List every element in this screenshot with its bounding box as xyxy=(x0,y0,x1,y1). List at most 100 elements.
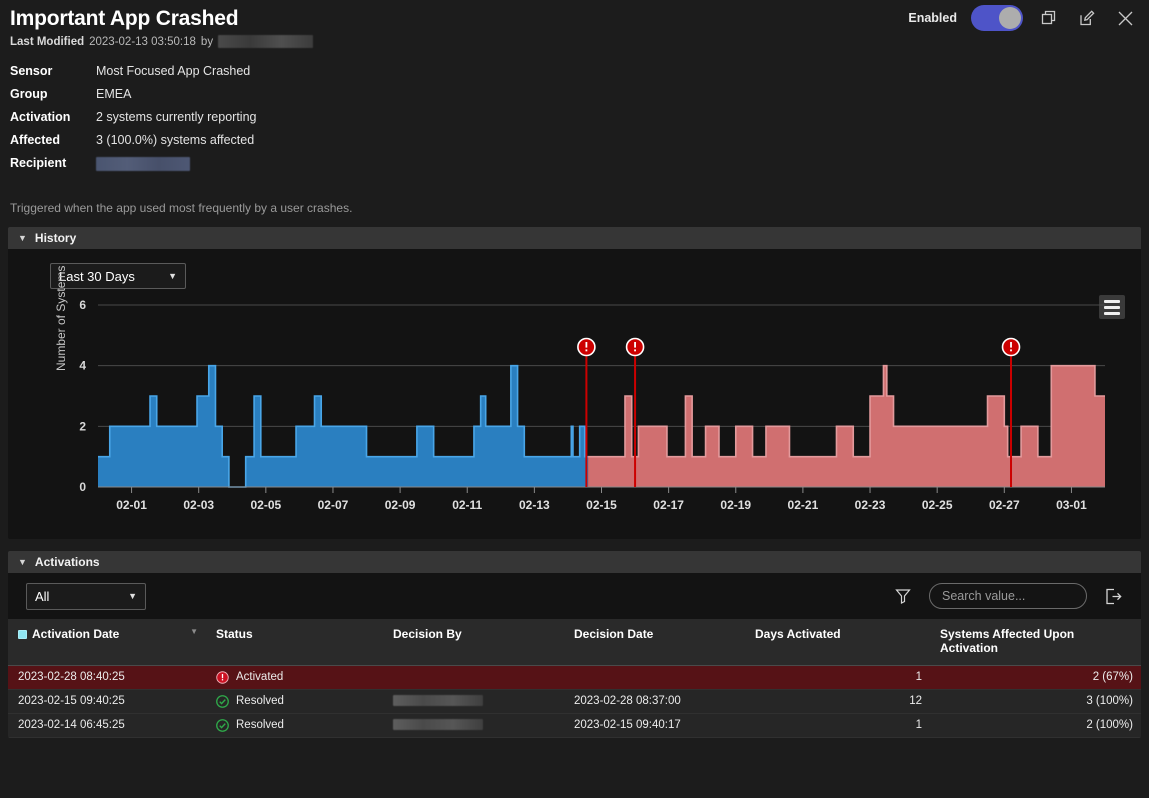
svg-text:02-15: 02-15 xyxy=(586,498,617,512)
cell-activation-date: 2023-02-15 09:40:25 xyxy=(8,689,206,714)
cell-days-activated: 1 xyxy=(745,713,930,738)
sensor-description: Triggered when the app used most frequen… xyxy=(10,201,353,215)
svg-text:02-19: 02-19 xyxy=(720,498,751,512)
enabled-toggle[interactable] xyxy=(971,5,1023,31)
alert-circle-icon xyxy=(216,670,229,684)
search-input[interactable] xyxy=(929,583,1087,609)
field-affected: Affected 3 (100.0%) systems affected xyxy=(10,133,1149,156)
sort-desc-icon: ▼ xyxy=(190,627,198,636)
activations-panel-header[interactable]: ▼ Activations xyxy=(8,551,1141,573)
svg-text:02-25: 02-25 xyxy=(922,498,953,512)
cell-decision-date: 2023-02-15 09:40:17 xyxy=(564,713,745,738)
field-group: Group EMEA xyxy=(10,87,1149,110)
field-recipient: Recipient xyxy=(10,156,1149,179)
status-label: Resolved xyxy=(236,719,284,731)
svg-text:02-05: 02-05 xyxy=(250,498,281,512)
activations-panel: ▼ Activations All ▼ Search value... Acti… xyxy=(8,551,1141,738)
column-header-activation-date[interactable]: Activation Date ▼ xyxy=(8,619,206,666)
status-label: Activated xyxy=(236,671,284,683)
svg-text:0: 0 xyxy=(79,480,86,494)
chart-svg: 0 2 4 6 02-01 02-03 02-05 02-07 02-09 02-11 02-13 0… xyxy=(79,298,1105,512)
table-row[interactable]: 2023-02-15 09:40:25 Resolved 2023-02-28 … xyxy=(8,689,1141,714)
edit-icon[interactable] xyxy=(1075,6,1099,30)
table-header-row: Activation Date ▼ Status Decision By Dec… xyxy=(8,619,1141,666)
by-label: by xyxy=(200,35,214,48)
activations-panel-title: Activations xyxy=(34,555,100,569)
cell-activation-date: 2023-02-14 06:45:25 xyxy=(8,713,206,738)
field-label: Recipient xyxy=(10,156,67,170)
svg-text:2: 2 xyxy=(79,419,86,433)
field-label: Group xyxy=(10,87,48,101)
table-row[interactable]: 2023-02-28 08:40:25 Activated 1 2 (67%) xyxy=(8,665,1141,690)
copy-icon[interactable] xyxy=(1037,6,1061,30)
svg-text:02-01: 02-01 xyxy=(116,498,147,512)
activations-filter-select[interactable]: All ▼ xyxy=(26,582,146,610)
field-sensor: Sensor Most Focused App Crashed xyxy=(10,64,1149,87)
history-chart-area: Last 30 Days ▼ Number of Systems 0 2 4 6 02-… xyxy=(8,249,1141,539)
time-range-select[interactable]: Last 30 Days ▼ xyxy=(50,263,186,289)
activations-panel-body: All ▼ Search value... Activation Date ▼ … xyxy=(8,573,1141,738)
history-panel-body: Last 30 Days ▼ Number of Systems 0 2 4 6 02-… xyxy=(8,249,1141,539)
export-icon[interactable] xyxy=(1101,584,1125,608)
cell-systems-affected: 3 (100%) xyxy=(930,689,1141,714)
enabled-label: Enabled xyxy=(908,11,957,25)
svg-text:02-11: 02-11 xyxy=(452,498,482,512)
redacted-recipient xyxy=(96,156,190,171)
cell-decision-by xyxy=(383,713,564,738)
field-label: Sensor xyxy=(10,64,53,78)
column-label: Activation Date xyxy=(32,627,120,641)
cell-systems-affected: 2 (100%) xyxy=(930,713,1141,738)
redacted-value xyxy=(393,719,483,731)
column-pin-icon xyxy=(18,630,27,640)
svg-text:02-23: 02-23 xyxy=(855,498,886,512)
activations-toolbar-right xyxy=(891,583,1125,609)
redacted-user xyxy=(218,35,314,48)
check-circle-icon xyxy=(216,718,229,732)
status-label: Resolved xyxy=(236,695,284,707)
field-label: Affected xyxy=(10,133,61,147)
close-icon[interactable] xyxy=(1113,6,1137,30)
column-header-systems-affected[interactable]: Systems Affected Upon Activation xyxy=(930,619,1141,666)
activations-filter-value: All xyxy=(35,588,50,604)
field-value: 2 systems currently reporting xyxy=(96,110,257,124)
cell-decision-by xyxy=(383,689,564,714)
detail-fields: Sensor Most Focused App Crashed Group EM… xyxy=(10,64,1149,179)
chart-plot: 0 2 4 6 02-01 02-03 02-05 02-07 02-09 02-11 02-13 0… xyxy=(8,297,1141,527)
svg-text:02-27: 02-27 xyxy=(989,498,1020,512)
column-header-status[interactable]: Status xyxy=(206,619,383,666)
cell-status: Activated xyxy=(206,665,383,690)
svg-text:02-13: 02-13 xyxy=(519,498,550,512)
page-header: Important App Crashed Last Modified 2023… xyxy=(0,0,1149,48)
cell-activation-date: 2023-02-28 08:40:25 xyxy=(8,665,206,690)
column-header-decision-date[interactable]: Decision Date xyxy=(564,619,745,666)
history-panel: ▼ History Last 30 Days ▼ Number of Syste… xyxy=(8,227,1141,539)
field-value: Most Focused App Crashed xyxy=(96,64,251,78)
chevron-down-icon: ▼ xyxy=(18,556,27,567)
activations-toolbar: All ▼ xyxy=(8,573,1141,619)
time-range-value: Last 30 Days xyxy=(59,268,135,284)
history-panel-header[interactable]: ▼ History xyxy=(8,227,1141,249)
last-modified-label: Last Modified xyxy=(10,35,85,48)
last-modified-value: 2023-02-13 03:50:18 xyxy=(89,35,196,48)
check-circle-icon xyxy=(216,694,229,708)
svg-text:02-17: 02-17 xyxy=(653,498,684,512)
field-value: EMEA xyxy=(96,87,132,101)
redacted-value xyxy=(393,695,483,707)
column-header-days-activated[interactable]: Days Activated xyxy=(745,619,930,666)
field-value: 3 (100.0%) systems affected xyxy=(96,133,255,147)
field-activation: Activation 2 systems currently reporting xyxy=(10,110,1149,133)
chevron-down-icon: ▼ xyxy=(18,232,27,243)
funnel-icon[interactable] xyxy=(891,584,915,608)
last-modified-line: Last Modified 2023-02-13 03:50:18 by xyxy=(10,35,1139,48)
cell-days-activated: 12 xyxy=(745,689,930,714)
svg-text:03-01: 03-01 xyxy=(1056,498,1087,512)
cell-days-activated: 1 xyxy=(745,665,930,690)
svg-text:02-21: 02-21 xyxy=(788,498,819,512)
table-row[interactable]: 2023-02-14 06:45:25 Resolved 2023-02-15 … xyxy=(8,713,1141,738)
column-header-decision-by[interactable]: Decision By xyxy=(383,619,564,666)
svg-text:6: 6 xyxy=(79,298,86,312)
header-controls: Enabled xyxy=(908,5,1137,31)
cell-status: Resolved xyxy=(206,713,383,738)
activations-table: Activation Date ▼ Status Decision By Dec… xyxy=(8,619,1141,738)
cell-decision-date: 2023-02-28 08:37:00 xyxy=(564,689,745,714)
